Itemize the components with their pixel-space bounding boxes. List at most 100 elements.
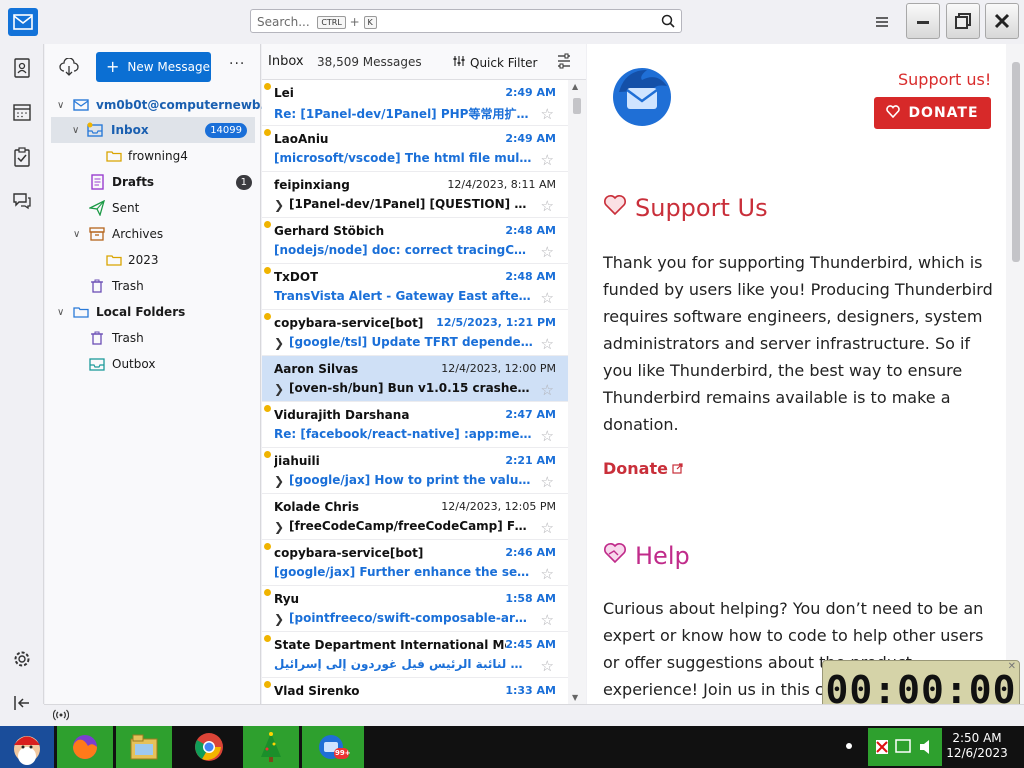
star-icon[interactable]: ☆ (541, 335, 554, 353)
message-subject: TransVista Alert - Gateway East after Co… (274, 289, 534, 303)
tasks-icon[interactable] (8, 143, 36, 171)
taskbar-thunderbird[interactable]: 99+ (302, 726, 364, 768)
online-status-icon[interactable] (52, 709, 70, 724)
system-tray[interactable] (868, 728, 942, 766)
message-row[interactable]: State Department International Media ...… (262, 632, 568, 678)
local-folder-trash[interactable]: Trash (45, 325, 260, 351)
message-row[interactable]: feipinxiang 12/4/2023, 8:11 AM ❯ [1Panel-de… (262, 172, 568, 218)
donate-link[interactable]: Donate (603, 459, 683, 478)
search-icon[interactable] (661, 14, 675, 31)
local-folders-icon (73, 304, 89, 320)
taskbar-christmas-tree[interactable] (243, 726, 299, 768)
star-icon[interactable]: ☆ (541, 105, 554, 123)
content-scrollbar[interactable] (1006, 44, 1024, 704)
unread-dot-icon (264, 405, 271, 412)
scroll-up-icon[interactable]: ▲ (572, 82, 578, 91)
chevron-down-icon[interactable]: ∨ (72, 125, 79, 136)
taskbar-firefox[interactable] (57, 726, 113, 768)
star-icon[interactable]: ☆ (541, 473, 554, 491)
chat-icon[interactable] (8, 187, 36, 215)
message-row[interactable]: Lei 2:49 AM Re: [1Panel-dev/1Panel] PHP等常用… (262, 80, 568, 126)
message-row[interactable]: Kolade Chris 12/4/2023, 12:05 PM ❯ [freeCod… (262, 494, 568, 540)
chevron-down-icon[interactable]: ∨ (73, 229, 80, 240)
star-icon[interactable]: ☆ (541, 611, 554, 629)
star-icon[interactable]: ☆ (541, 381, 554, 399)
message-sender: Aaron Silvas (274, 362, 359, 376)
thread-expand-icon[interactable]: ❯ (274, 336, 284, 350)
star-icon[interactable]: ☆ (541, 519, 554, 537)
message-row[interactable]: copybara-service[bot] 2:46 AM [google/jax]… (262, 540, 568, 586)
thread-expand-icon[interactable]: ❯ (274, 382, 284, 396)
new-message-button[interactable]: + New Message (96, 52, 211, 82)
folder-archives[interactable]: ∨ Archives (45, 221, 260, 247)
support-us-link[interactable]: Support us! (898, 70, 991, 89)
thread-expand-icon[interactable]: ❯ (274, 520, 284, 534)
message-row[interactable]: jiahuili 2:21 AM ❯ [google/jax] How to prin… (262, 448, 568, 494)
taskbar-chrome[interactable] (178, 726, 240, 768)
scrollbar-thumb[interactable] (1012, 62, 1020, 262)
folder-pane: + New Message ··· ∨ vm0b0t@computernewb.… (45, 44, 274, 704)
taskbar-clock[interactable]: 2:50 AM 12/6/2023 (945, 731, 1009, 761)
star-icon[interactable]: ☆ (541, 289, 554, 307)
scroll-down-icon[interactable]: ▼ (572, 693, 578, 702)
message-row[interactable]: Aaron Silvas 12/4/2023, 12:00 PM ❯ [oven-sh… (262, 356, 568, 402)
restore-button[interactable] (946, 3, 980, 39)
thread-expand-icon[interactable]: ❯ (274, 198, 284, 212)
message-sender: LaoAniu (274, 132, 329, 146)
star-icon[interactable]: ☆ (541, 565, 554, 583)
message-date: 12/5/2023, 1:21 PM (436, 316, 556, 329)
account-row[interactable]: ∨ vm0b0t@computernewb... (45, 92, 274, 118)
taskbar-file-explorer[interactable] (116, 726, 172, 768)
message-row[interactable]: LaoAniu 2:49 AM [microsoft/vscode] The htm… (262, 126, 568, 172)
message-subject: [google/jax] How to print the value i... (289, 473, 534, 487)
unread-dot-icon (264, 681, 271, 688)
app-menu-icon[interactable] (871, 11, 893, 33)
collapse-spaces-icon[interactable] (8, 689, 36, 717)
settings-gear-icon[interactable] (8, 645, 36, 673)
message-row[interactable]: Ryu 1:58 AM ❯ [pointfreeco/swift-composable… (262, 586, 568, 632)
folder-trash[interactable]: Trash (45, 273, 260, 299)
folder-inbox[interactable]: ∨ Inbox 14099 (51, 117, 255, 143)
calendar-icon[interactable] (8, 98, 36, 126)
message-row[interactable]: TxDOT 2:48 AM TransVista Alert - Gateway E… (262, 264, 568, 310)
folder-frowning4[interactable]: frowning4 (45, 143, 260, 169)
account-mail-icon (73, 97, 89, 113)
message-list-scrollbar[interactable]: ▲ ▼ (568, 80, 586, 704)
thread-expand-icon[interactable]: ❯ (274, 612, 284, 626)
address-book-icon[interactable] (8, 54, 36, 82)
close-icon[interactable]: ✕ (1008, 661, 1016, 672)
folder-2023[interactable]: 2023 (45, 247, 260, 273)
minimize-button[interactable] (906, 3, 940, 39)
archive-icon (89, 226, 105, 242)
quick-filter-button[interactable]: Quick Filter (452, 55, 537, 70)
message-row[interactable]: Gerhard Stöbich 2:48 AM [nodejs/node] doc:… (262, 218, 568, 264)
scrollbar-thumb[interactable] (573, 98, 581, 114)
more-options-icon[interactable]: ··· (229, 56, 245, 72)
donate-button[interactable]: DONATE (874, 97, 991, 129)
message-row[interactable]: Vidurajith Darshana 2:47 AM Re: [facebook/… (262, 402, 568, 448)
close-button[interactable] (985, 3, 1019, 39)
thread-expand-icon[interactable]: ❯ (274, 474, 284, 488)
mail-space-icon[interactable] (8, 8, 38, 36)
star-icon[interactable]: ☆ (541, 151, 554, 169)
drafts-icon (89, 174, 105, 190)
folder-drafts[interactable]: Drafts 1 (45, 169, 260, 195)
folder-sent[interactable]: Sent (45, 195, 260, 221)
folder-label: Trash (112, 331, 144, 345)
start-button[interactable] (0, 726, 54, 768)
list-display-options-icon[interactable] (556, 53, 572, 72)
star-icon[interactable]: ☆ (541, 197, 554, 215)
message-row[interactable]: Vlad Sirenko1:33 AM☆ (262, 678, 568, 704)
message-date: 2:45 AM (505, 638, 556, 651)
get-messages-icon[interactable] (59, 57, 79, 78)
chevron-down-icon[interactable]: ∨ (57, 307, 64, 318)
local-folders-row[interactable]: ∨ Local Folders (45, 299, 260, 325)
message-date: 1:33 AM (505, 684, 556, 697)
chevron-down-icon[interactable]: ∨ (57, 100, 64, 111)
star-icon[interactable]: ☆ (541, 657, 554, 675)
star-icon[interactable]: ☆ (541, 427, 554, 445)
star-icon[interactable]: ☆ (541, 243, 554, 261)
local-folder-outbox[interactable]: Outbox (45, 351, 260, 377)
message-row[interactable]: copybara-service[bot] 12/5/2023, 1:21 PM ❯… (262, 310, 568, 356)
search-input[interactable]: Search... CTRL + K (250, 9, 682, 33)
